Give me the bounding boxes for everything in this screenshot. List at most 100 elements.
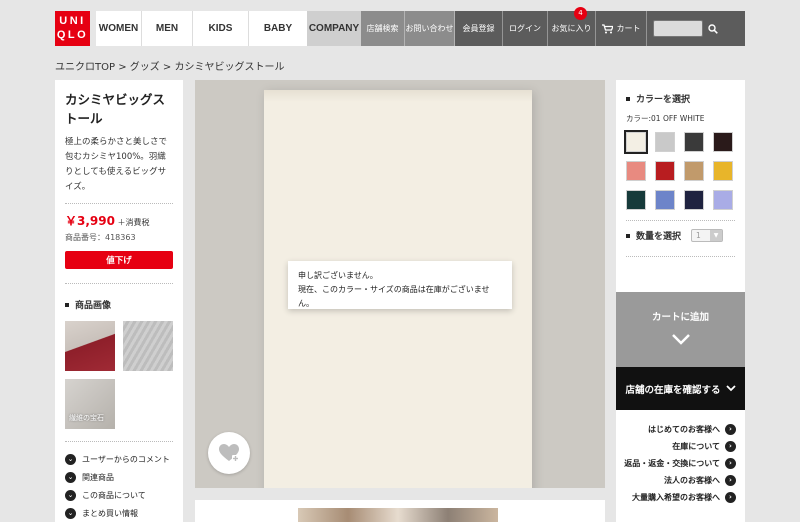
- main-category-nav: WOMEN MEN KIDS BABY: [96, 11, 307, 46]
- chevron-down-icon: [671, 334, 690, 345]
- color-swatch[interactable]: [655, 132, 675, 152]
- chevron-down-icon: ⌄: [65, 507, 76, 519]
- thumbnail-fiber[interactable]: 繊維の宝石: [65, 379, 115, 429]
- search-input[interactable]: [653, 20, 703, 37]
- arrow-right-icon: ›: [725, 475, 736, 486]
- divider: [626, 256, 735, 257]
- tax-note: ＋消費税: [117, 218, 150, 227]
- breadcrumb[interactable]: ユニクロTOP > グッズ > カシミヤビッグストール: [55, 58, 284, 73]
- popup-line-1: 申し訳ございません。: [298, 271, 378, 280]
- divider: [65, 441, 173, 442]
- check-store-stock-button[interactable]: 店舗の在庫を確認する: [616, 367, 745, 410]
- nav-login[interactable]: ログイン: [503, 11, 548, 46]
- color-swatch[interactable]: [626, 161, 646, 181]
- thumbnail-model[interactable]: [65, 321, 115, 371]
- nav-favorites-label: お気に入り: [551, 24, 592, 33]
- chevron-down-icon: ⌄: [65, 489, 76, 501]
- quantity-value: 1: [696, 231, 701, 240]
- nav-men[interactable]: MEN: [142, 11, 193, 46]
- related-banner: [195, 500, 605, 522]
- thumbnail-caption: 繊維の宝石: [69, 414, 104, 422]
- out-of-stock-popup: 申し訳ございません。 現在、このカラー・サイズの商品は在庫がございません。: [288, 261, 512, 309]
- help-links: はじめてのお客様へ › 在庫について › 返品・返金・交換について › 法人のお…: [616, 410, 745, 522]
- nav-cart-label: カート: [616, 24, 641, 33]
- nav-store-search[interactable]: 店舗検索: [361, 11, 405, 46]
- product-info-panel: カシミヤビッグストール 極上の柔らかさと美しさで包むカシミヤ100%。羽織りとし…: [55, 80, 183, 522]
- arrow-right-icon: ›: [725, 492, 736, 503]
- chevron-down-icon: ▼: [710, 230, 723, 241]
- square-bullet-icon: [65, 302, 69, 307]
- help-stock[interactable]: 在庫について ›: [616, 438, 745, 455]
- heart-plus-icon: [219, 444, 239, 462]
- link-about-product[interactable]: ⌄ この商品について: [65, 486, 173, 504]
- product-price: ￥3,990: [65, 214, 115, 228]
- selected-color-label: カラー:01 OFF WHITE: [626, 114, 705, 123]
- color-swatch[interactable]: [713, 190, 733, 210]
- help-bulk[interactable]: 大量購入希望のお客様へ ›: [616, 489, 745, 506]
- arrow-right-icon: ›: [725, 458, 736, 469]
- account-nav: 会員登録 ログイン お気に入り 4 カート: [455, 7, 745, 46]
- color-swatch[interactable]: [684, 161, 704, 181]
- purchase-options-panel: カラーを選択 カラー:01 OFF WHITE 数量を選択 1 ▼: [616, 80, 745, 292]
- product-images-heading: 商品画像: [65, 298, 173, 311]
- color-select-heading: カラーを選択: [626, 92, 735, 105]
- thumbnail-texture[interactable]: [123, 321, 173, 371]
- square-bullet-icon: [626, 96, 630, 101]
- nav-company[interactable]: COMPANY: [307, 11, 361, 46]
- support-nav: 店舗検索 お問い合わせ: [361, 11, 455, 46]
- favorites-count-badge: 4: [574, 7, 587, 20]
- add-to-cart-label: カートに追加: [651, 312, 709, 323]
- product-name: カシミヤビッグストール: [65, 92, 166, 126]
- product-image-viewer[interactable]: 申し訳ございません。 現在、このカラー・サイズの商品は在庫がございません。: [195, 80, 605, 488]
- color-swatch[interactable]: [713, 132, 733, 152]
- top-nav: WOMEN MEN KIDS BABY COMPANY 店舗検索 お問い合わせ …: [96, 7, 745, 46]
- nav-kids[interactable]: KIDS: [193, 11, 249, 46]
- link-bulk-purchase[interactable]: ⌄ まとめ買い情報: [65, 504, 173, 522]
- add-to-cart-button[interactable]: カートに追加: [616, 292, 745, 367]
- cart-icon: [601, 23, 613, 33]
- link-related-products[interactable]: ⌄ 関連商品: [65, 468, 173, 486]
- color-swatch[interactable]: [624, 130, 648, 154]
- chevron-down-icon: [725, 385, 736, 392]
- help-corporate[interactable]: 法人のお客様へ ›: [616, 472, 745, 489]
- popup-line-2: 現在、このカラー・サイズの商品は在庫がございません。: [298, 285, 490, 308]
- divider: [65, 203, 173, 204]
- sale-badge[interactable]: 値下げ: [65, 251, 173, 269]
- chevron-down-icon: ⌄: [65, 471, 76, 483]
- link-user-comments[interactable]: ⌄ ユーザーからのコメント: [65, 450, 173, 468]
- divider: [626, 220, 735, 221]
- color-swatch[interactable]: [713, 161, 733, 181]
- product-code: 商品番号：418363: [65, 233, 136, 242]
- nav-contact[interactable]: お問い合わせ: [405, 11, 455, 46]
- product-links: ⌄ ユーザーからのコメント ⌄ 関連商品 ⌄ この商品について ⌄ まとめ買い情…: [65, 450, 173, 522]
- search-icon[interactable]: [703, 11, 723, 46]
- help-first-time[interactable]: はじめてのお客様へ ›: [616, 421, 745, 438]
- color-swatch[interactable]: [684, 190, 704, 210]
- help-returns[interactable]: 返品・返金・交換について ›: [616, 455, 745, 472]
- check-store-stock-label: 店舗の在庫を確認する: [625, 384, 721, 396]
- square-bullet-icon: [626, 233, 630, 238]
- chevron-down-icon: ⌄: [65, 453, 76, 465]
- divider: [65, 283, 173, 284]
- quantity-row: 数量を選択 1 ▼: [626, 229, 735, 242]
- quantity-heading: 数量を選択: [636, 232, 682, 242]
- color-swatch[interactable]: [655, 190, 675, 210]
- color-swatch[interactable]: [684, 132, 704, 152]
- nav-cart[interactable]: カート: [596, 11, 647, 46]
- related-banner-image[interactable]: [298, 508, 498, 522]
- thumbnail-grid: 繊維の宝石: [65, 321, 173, 429]
- arrow-right-icon: ›: [725, 441, 736, 452]
- nav-register[interactable]: 会員登録: [455, 11, 503, 46]
- color-swatch[interactable]: [626, 190, 646, 210]
- quantity-select[interactable]: 1 ▼: [691, 229, 724, 242]
- add-favorite-button[interactable]: [208, 432, 250, 474]
- nav-baby[interactable]: BABY: [249, 11, 307, 46]
- color-swatch[interactable]: [655, 161, 675, 181]
- nav-women[interactable]: WOMEN: [96, 11, 142, 46]
- nav-favorites[interactable]: お気に入り 4: [548, 7, 596, 46]
- price-line: ￥3,990 ＋消費税: [65, 212, 173, 229]
- arrow-right-icon: ›: [725, 424, 736, 435]
- uniqlo-logo[interactable]: UNI QLO: [55, 11, 90, 46]
- product-description: 極上の柔らかさと美しさで包むカシミヤ100%。羽織りとしても使えるビッグサイズ。: [65, 137, 168, 192]
- scarf-fold-shading: [264, 90, 532, 102]
